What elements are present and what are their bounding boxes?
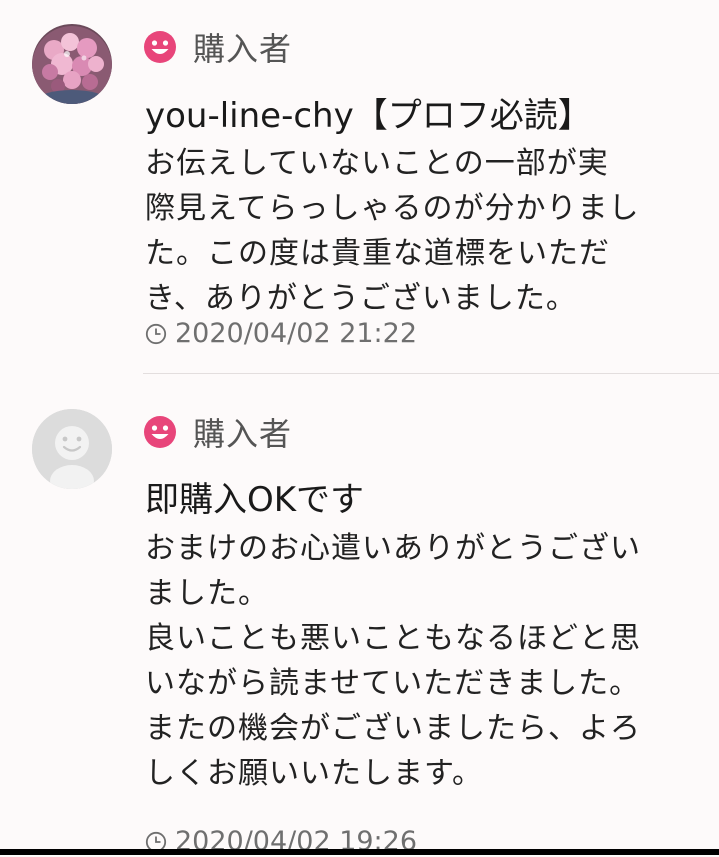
divider bbox=[143, 373, 719, 374]
flower-photo-avatar bbox=[32, 24, 112, 104]
role-row: 購入者 bbox=[143, 27, 293, 68]
smile-icon bbox=[144, 416, 176, 448]
smile-icon bbox=[144, 31, 176, 63]
avatar[interactable] bbox=[32, 409, 112, 489]
timestamp: 2020/04/02 21:22 bbox=[175, 318, 418, 349]
review-title: you-line-chy【プロフ必読】 bbox=[145, 96, 592, 136]
review-body: おまけのお心遣いありがとうござい ました。 良いことも悪いこともなるほどと思 い… bbox=[145, 531, 641, 791]
review-item: 購入者 you-line-chy【プロフ必読】 お伝えしていないことの一部が実 … bbox=[0, 0, 719, 375]
role-row: 購入者 bbox=[143, 412, 293, 453]
review-item: 購入者 即購入OKです おまけのお心遣いありがとうござい ました。 良いことも悪… bbox=[0, 375, 719, 857]
avatar[interactable] bbox=[32, 24, 112, 104]
timestamp-row: 2020/04/02 21:22 bbox=[145, 318, 417, 349]
default-user-avatar bbox=[32, 409, 112, 489]
role-label: 購入者 bbox=[193, 415, 293, 453]
clock-icon bbox=[145, 323, 167, 344]
bottom-edge-bar bbox=[0, 849, 719, 855]
review-body: お伝えしていないことの一部が実 際見えてらっしゃるのが分かりまし た。この度は貴… bbox=[145, 146, 640, 316]
review-title: 即購入OKです bbox=[145, 480, 365, 520]
role-label: 購入者 bbox=[193, 30, 293, 68]
